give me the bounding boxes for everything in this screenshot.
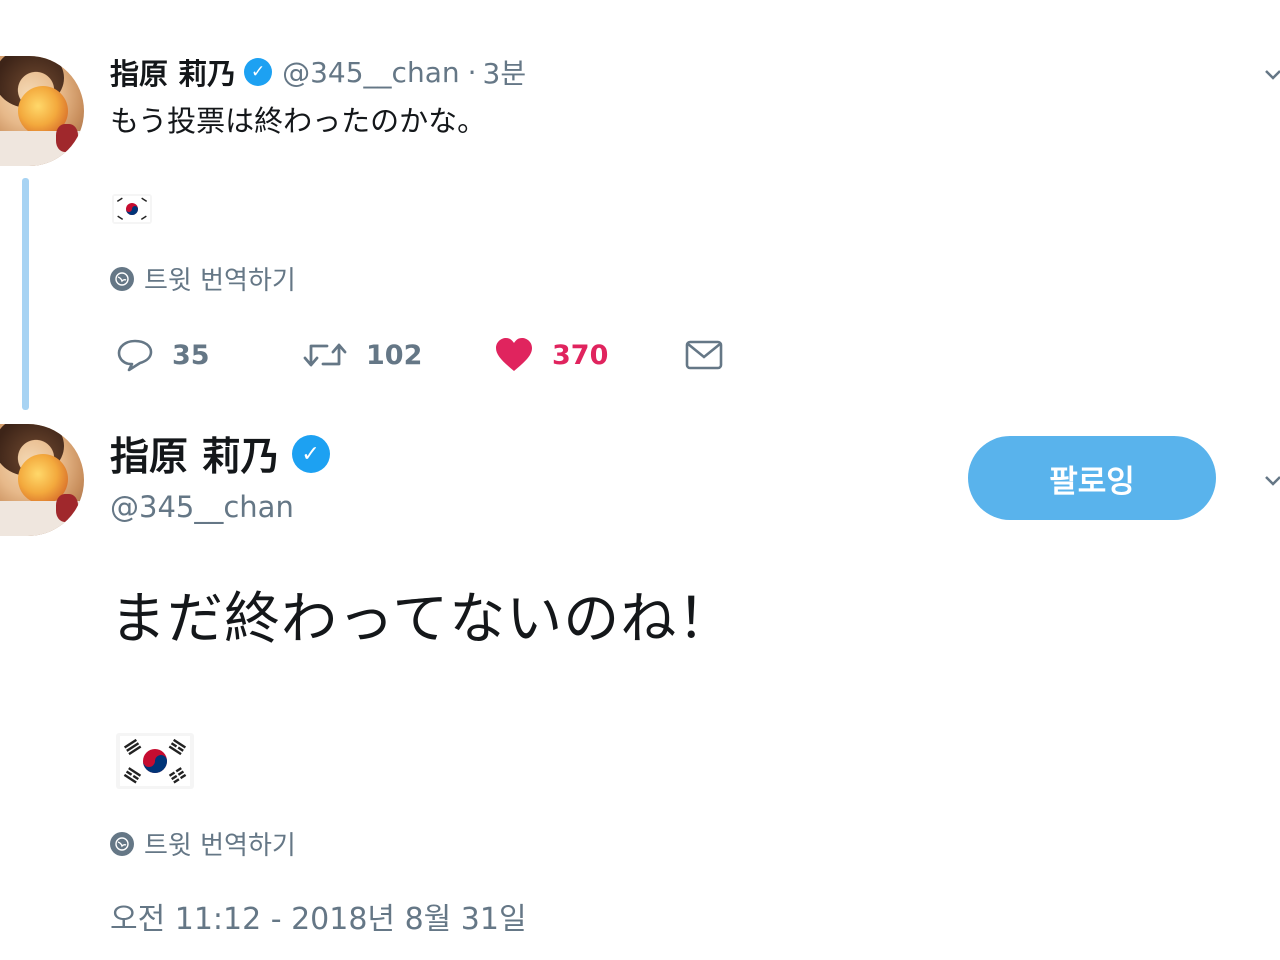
south-korea-flag-icon <box>116 733 194 789</box>
translate-tweet-link[interactable]: 트윗 번역하기 <box>110 825 296 862</box>
separator-dot: · <box>467 55 477 89</box>
following-button[interactable]: 팔로잉 <box>968 436 1216 520</box>
tweet-timestamp[interactable]: 오전 11:12 - 2018년 8월 31일 <box>110 894 527 938</box>
reply-count: 35 <box>172 339 210 371</box>
retweet-count: 102 <box>366 339 423 371</box>
envelope-icon <box>685 340 723 370</box>
tweet-page: 指原 莉乃 ✓ @345__chan · 3분 もう投票は終わったのかな。 트윗… <box>0 0 1280 960</box>
translate-label: 트윗 번역하기 <box>144 831 296 861</box>
south-korea-flag-icon <box>112 194 152 224</box>
chevron-down-icon[interactable] <box>1260 468 1280 494</box>
like-count: 370 <box>552 339 609 371</box>
translate-label: 트윗 번역하기 <box>144 266 296 296</box>
avatar[interactable] <box>0 424 84 536</box>
like-button[interactable]: 370 <box>494 330 608 380</box>
avatar[interactable] <box>0 56 84 166</box>
reply-icon <box>117 339 153 372</box>
verified-badge-icon: ✓ <box>291 435 330 473</box>
translate-tweet-link[interactable]: 트윗 번역하기 <box>110 260 296 297</box>
main-tweet-author: 指原 莉乃 ✓ <box>110 426 330 482</box>
thread-connector-line <box>22 178 29 410</box>
tweet-text: もう投票は終わったのかな。 <box>110 104 487 138</box>
verified-badge-icon: ✓ <box>244 58 273 86</box>
globe-icon <box>110 266 134 291</box>
chevron-down-icon[interactable] <box>1260 62 1280 88</box>
thread-tweet-header: 指原 莉乃 ✓ @345__chan · 3분 <box>110 52 526 92</box>
user-handle[interactable]: @345__chan <box>282 56 460 89</box>
globe-icon <box>110 831 134 856</box>
tweet-time[interactable]: 3분 <box>483 52 527 92</box>
direct-message-button[interactable] <box>684 330 724 380</box>
retweet-button[interactable]: 102 <box>302 330 422 380</box>
reply-button[interactable]: 35 <box>116 330 210 380</box>
heart-icon <box>496 338 532 371</box>
tweet-text: まだ終わってないのね！ <box>110 587 735 652</box>
display-name[interactable]: 指原 莉乃 <box>110 426 280 482</box>
retweet-icon <box>303 343 347 367</box>
user-handle[interactable]: @345__chan <box>110 490 294 524</box>
display-name[interactable]: 指原 莉乃 <box>110 51 236 93</box>
